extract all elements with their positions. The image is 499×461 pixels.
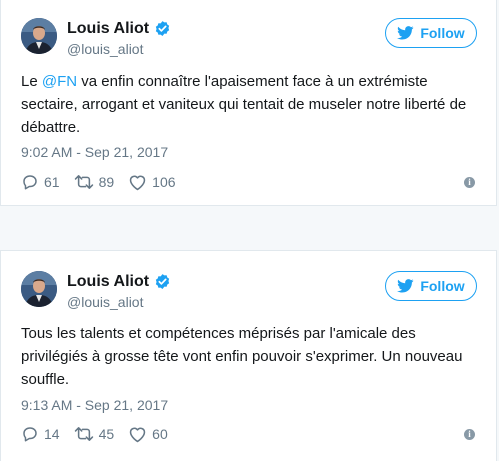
retweet-button[interactable]: 45 bbox=[74, 426, 115, 442]
tweet-card-1: Louis Aliot @louis_aliot Follow Le @FN v… bbox=[0, 0, 497, 206]
reply-count: 61 bbox=[44, 174, 60, 190]
reply-icon bbox=[23, 175, 37, 190]
follow-button[interactable]: Follow bbox=[385, 18, 477, 48]
reply-count: 14 bbox=[44, 426, 60, 442]
reply-icon bbox=[23, 427, 37, 442]
retweet-button[interactable]: 89 bbox=[74, 174, 115, 190]
tweet-timestamp[interactable]: 9:02 AM - Sep 21, 2017 bbox=[21, 144, 168, 161]
like-heart-icon bbox=[129, 427, 146, 442]
tweet-text: Le @FN va enfin connaître l'apaisement f… bbox=[21, 73, 467, 136]
author-name[interactable]: Louis Aliot bbox=[67, 272, 171, 291]
retweet-count: 45 bbox=[98, 426, 115, 442]
author-avatar[interactable] bbox=[21, 271, 57, 307]
tweet-card-2: Louis Aliot @louis_aliot Follow Tous les… bbox=[0, 250, 497, 461]
info-icon[interactable]: i bbox=[464, 177, 475, 188]
mention-link[interactable]: @FN bbox=[42, 73, 77, 90]
reply-button[interactable]: 61 bbox=[21, 173, 60, 191]
reply-button[interactable]: 14 bbox=[21, 425, 60, 443]
like-heart-icon bbox=[129, 175, 146, 190]
verified-badge-icon bbox=[155, 21, 170, 36]
verified-badge-icon bbox=[155, 274, 170, 289]
author-handle[interactable]: @louis_aliot bbox=[67, 41, 143, 58]
tweet-actions: 14 45 60 bbox=[21, 425, 182, 443]
twitter-bird-icon bbox=[397, 26, 414, 40]
author-avatar[interactable] bbox=[21, 18, 57, 54]
retweet-icon bbox=[74, 427, 93, 441]
like-count: 60 bbox=[152, 426, 168, 442]
tweet-timestamp[interactable]: 9:13 AM - Sep 21, 2017 bbox=[21, 397, 168, 414]
twitter-bird-icon bbox=[397, 279, 414, 293]
retweet-icon bbox=[74, 175, 93, 189]
tweet-actions: 61 89 106 bbox=[21, 173, 190, 191]
follow-button[interactable]: Follow bbox=[385, 271, 477, 301]
info-icon[interactable]: i bbox=[464, 429, 475, 440]
author-name[interactable]: Louis Aliot bbox=[67, 19, 171, 38]
like-button[interactable]: 60 bbox=[128, 426, 168, 443]
retweet-count: 89 bbox=[98, 174, 115, 190]
author-handle[interactable]: @louis_aliot bbox=[67, 294, 143, 311]
like-button[interactable]: 106 bbox=[128, 174, 176, 191]
tweet-text: Tous les talents et compétences méprisés… bbox=[21, 325, 463, 388]
like-count: 106 bbox=[152, 174, 176, 190]
